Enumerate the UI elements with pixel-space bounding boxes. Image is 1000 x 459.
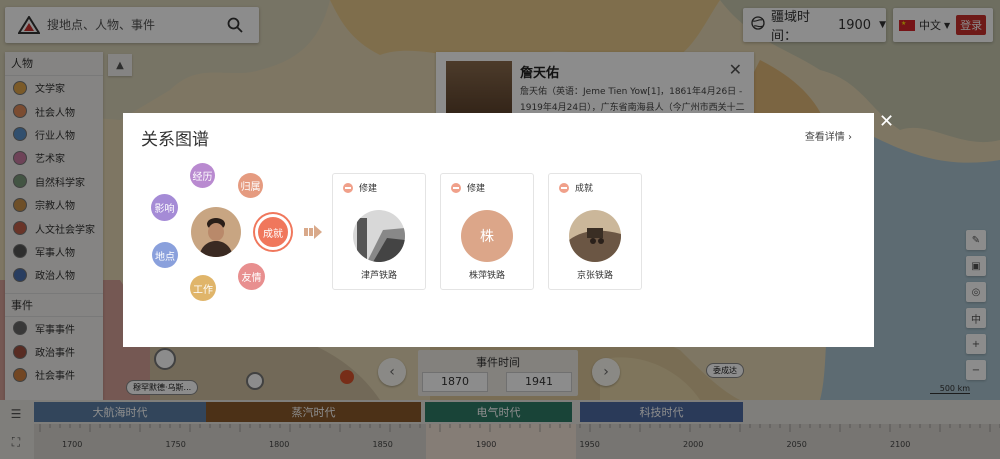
- close-icon[interactable]: ✕: [879, 111, 894, 132]
- relation-photo: [353, 210, 405, 262]
- relation-bubble-experience[interactable]: 经历: [190, 163, 215, 188]
- view-details-label: 查看详情: [804, 132, 845, 143]
- relation-tag-label: 成就: [575, 184, 594, 194]
- relation-card-name: 津芦铁路: [360, 271, 397, 281]
- relation-tag: 成就: [559, 181, 593, 194]
- view-details-link[interactable]: 查看详情 ›: [805, 128, 852, 143]
- relation-card[interactable]: 修建 津芦铁路: [332, 173, 426, 290]
- relation-graph-modal: 关系图谱 查看详情 › 经历 归属 影响 成就 地点 友情 工作 修建 津芦铁路修…: [123, 113, 874, 347]
- relation-bubble-friendship[interactable]: 友情: [238, 263, 265, 290]
- relation-card[interactable]: 修建株株萍铁路: [440, 173, 534, 290]
- modal-title: 关系图谱: [141, 130, 209, 150]
- center-person-avatar[interactable]: [191, 207, 241, 257]
- relation-tag: 修建: [451, 181, 485, 194]
- minus-circle-icon: [559, 182, 569, 193]
- relation-bubble-influence[interactable]: 影响: [151, 194, 178, 221]
- relation-cards: 修建 津芦铁路 修建株株萍铁路 成就 京张铁路: [332, 173, 656, 290]
- minus-circle-icon: [343, 182, 353, 193]
- arrow-right-icon: [304, 225, 322, 239]
- relation-tag-label: 修建: [467, 184, 486, 194]
- relation-tag: 修建: [343, 181, 377, 194]
- relation-bubble-belong[interactable]: 归属: [238, 173, 263, 198]
- relation-initial-badge: 株: [461, 210, 513, 262]
- chevron-right-icon: ›: [848, 132, 852, 143]
- relation-card[interactable]: 成就 京张铁路: [548, 173, 642, 290]
- relation-bubble-work[interactable]: 工作: [190, 275, 216, 301]
- relation-bubble-achievement[interactable]: 成就: [255, 214, 291, 250]
- minus-circle-icon: [451, 182, 461, 193]
- relation-tag-label: 修建: [359, 184, 378, 194]
- relation-bubble-place[interactable]: 地点: [152, 242, 178, 268]
- relation-photo: [569, 210, 621, 262]
- relation-card-name: 京张铁路: [576, 271, 613, 281]
- relation-card-name: 株萍铁路: [468, 271, 505, 281]
